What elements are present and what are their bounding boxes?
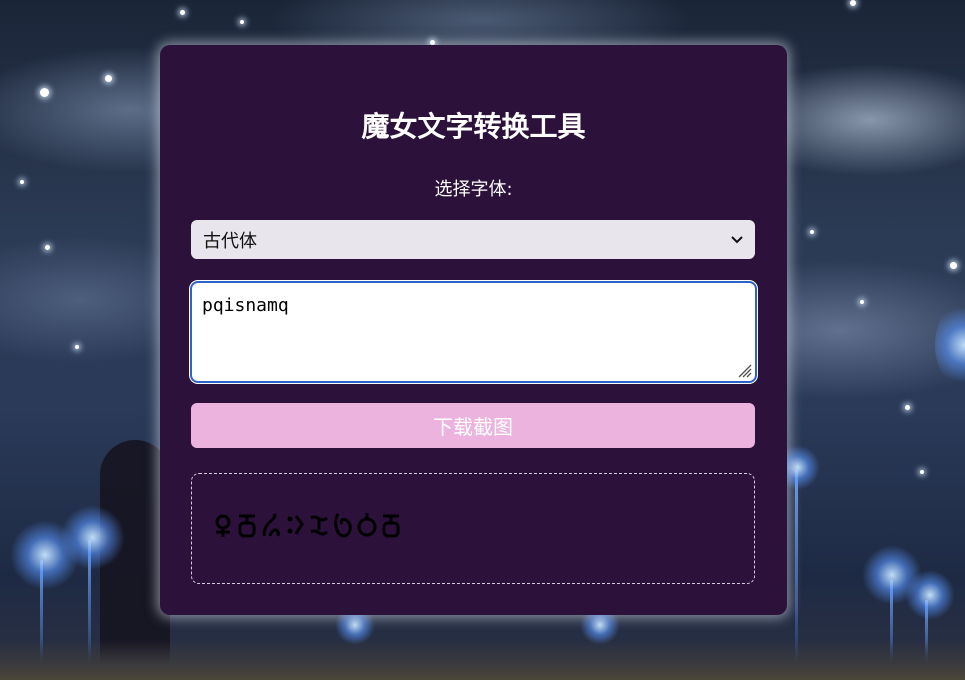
ground	[0, 640, 965, 680]
star-decoration	[40, 88, 49, 97]
witch-glyph	[357, 513, 377, 537]
witch-glyph	[310, 515, 328, 536]
download-screenshot-button[interactable]: 下载截图	[191, 403, 755, 448]
converter-panel: 魔女文字转换工具 选择字体: 古代体 pqisnamq 下载截图	[160, 45, 787, 615]
star-decoration	[850, 0, 856, 6]
star-decoration	[905, 405, 910, 410]
star-decoration	[180, 10, 185, 15]
witch-glyph	[238, 514, 256, 538]
glowing-light	[935, 300, 965, 390]
page-title: 魔女文字转换工具	[361, 110, 586, 143]
glowing-flower	[905, 570, 955, 620]
text-input-value: pqisnamq	[202, 295, 289, 316]
chevron-down-icon	[731, 232, 743, 248]
witch-glyph	[334, 513, 352, 538]
star-decoration	[75, 345, 79, 349]
font-select-label: 选择字体:	[434, 179, 513, 200]
star-decoration	[45, 245, 50, 250]
star-decoration	[860, 300, 864, 304]
font-select-value: 古代体	[203, 230, 257, 252]
glowing-flower	[60, 505, 125, 570]
star-decoration	[810, 230, 814, 234]
star-decoration	[950, 262, 957, 269]
witch-glyph-row	[212, 510, 402, 540]
witch-text-preview	[191, 473, 755, 584]
witch-glyph	[287, 515, 304, 535]
witch-glyph	[262, 513, 280, 537]
witch-glyph	[382, 514, 400, 538]
star-decoration	[20, 180, 24, 184]
witch-glyph	[215, 514, 231, 537]
text-input[interactable]: pqisnamq	[190, 281, 757, 383]
star-decoration	[105, 75, 112, 82]
star-decoration	[240, 20, 244, 24]
resize-handle-icon[interactable]	[736, 362, 752, 378]
star-decoration	[920, 470, 924, 474]
font-select[interactable]: 古代体	[191, 220, 755, 259]
